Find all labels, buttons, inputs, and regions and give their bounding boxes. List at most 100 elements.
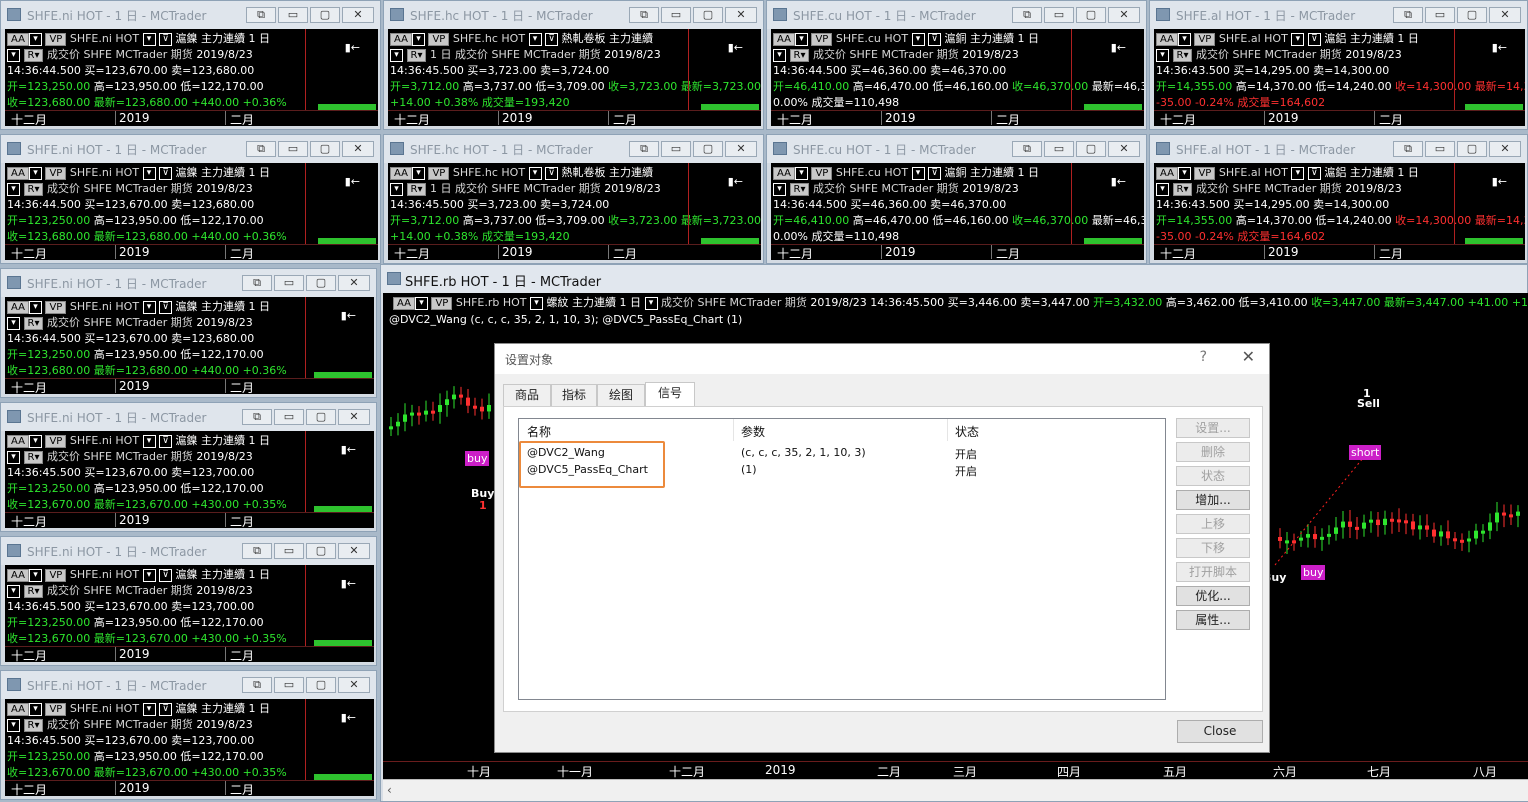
side-button-5[interactable]: 下移 <box>1176 538 1250 558</box>
close-button[interactable]: ✕ <box>338 677 370 693</box>
vp-button[interactable]: VP <box>45 434 67 448</box>
dropdown-icon[interactable]: ▾ <box>7 718 20 732</box>
column-header[interactable]: 名称 <box>527 423 551 440</box>
window-titlebar[interactable]: SHFE.ni HOT - 1 日 - MCTrader ⧉ ▭ ▢ ✕ <box>1 1 380 29</box>
window-titlebar[interactable]: SHFE.hc HOT - 1 日 - MCTrader ⧉ ▭ ▢ ✕ <box>384 1 763 29</box>
vp-button[interactable]: VP <box>1194 32 1216 46</box>
minimize-button[interactable]: ▭ <box>1425 7 1455 23</box>
dropdown-icon[interactable]: ▾ <box>28 300 42 314</box>
vp-button[interactable]: VP <box>45 166 67 180</box>
symbol-dropdown-icon[interactable]: ▾ <box>142 166 156 180</box>
close-button[interactable]: ✕ <box>342 7 374 23</box>
dropdown-icon[interactable]: ▾ <box>1156 182 1169 196</box>
dialog-titlebar[interactable]: 设置对象? ✕ <box>495 344 1269 374</box>
maximize-button[interactable]: ▢ <box>310 7 340 23</box>
dropdown-icon[interactable]: ▾ <box>411 166 425 180</box>
tab-signals[interactable]: 信号 <box>645 382 695 406</box>
maximize-button[interactable]: ▢ <box>306 543 336 559</box>
filter-icon[interactable]: ⊽ <box>159 32 173 46</box>
column-header[interactable]: 状态 <box>955 423 979 440</box>
filter-icon[interactable]: ⊽ <box>1307 166 1321 180</box>
maximize-button[interactable]: ▢ <box>1457 141 1487 157</box>
window-titlebar[interactable]: SHFE.ni HOT - 1 日 - MCTrader ⧉ ▭ ▢ ✕ <box>1 269 376 297</box>
filter-icon[interactable]: ⊽ <box>159 702 173 716</box>
vp-button[interactable]: VP <box>811 32 833 46</box>
restore-button[interactable]: ⧉ <box>1012 141 1042 157</box>
aa-button[interactable]: AA <box>390 166 412 180</box>
window-titlebar[interactable]: SHFE.hc HOT - 1 日 - MCTrader ⧉ ▭ ▢ ✕ <box>384 135 763 163</box>
minimize-button[interactable]: ▭ <box>1425 141 1455 157</box>
marker-icon[interactable]: ▮← <box>341 711 356 724</box>
dropdown-icon[interactable]: ▾ <box>1156 48 1169 62</box>
chart-window[interactable]: SHFE.ni HOT - 1 日 - MCTrader ⧉ ▭ ▢ ✕ AA ▾ VP S… <box>0 670 377 800</box>
filter-icon[interactable]: ⊽ <box>159 300 173 314</box>
aa-button[interactable]: AA <box>7 32 29 46</box>
maximize-button[interactable]: ▢ <box>306 275 336 291</box>
r-button[interactable]: R▾ <box>23 48 44 62</box>
maximize-button[interactable]: ▢ <box>306 409 336 425</box>
minimize-button[interactable]: ▭ <box>274 409 304 425</box>
maximize-button[interactable]: ▢ <box>306 677 336 693</box>
aa-button[interactable]: AA <box>7 702 29 716</box>
r-button[interactable]: R▾ <box>23 182 44 196</box>
maximize-button[interactable]: ▢ <box>693 7 723 23</box>
minimize-button[interactable]: ▭ <box>661 141 691 157</box>
symbol-dropdown-icon[interactable]: ▾ <box>1291 32 1305 46</box>
marker-icon[interactable]: ▮← <box>1111 41 1126 54</box>
minimize-button[interactable]: ▭ <box>278 7 308 23</box>
tab-drawings[interactable]: 绘图 <box>597 384 645 406</box>
window-titlebar[interactable]: SHFE.cu HOT - 1 日 - MCTrader ⧉ ▭ ▢ ✕ <box>767 135 1146 163</box>
vp-button[interactable]: VP <box>45 32 67 46</box>
marker-icon[interactable]: ▮← <box>341 443 356 456</box>
window-titlebar[interactable]: SHFE.al HOT - 1 日 - MCTrader ⧉ ▭ ▢ ✕ <box>1150 1 1527 29</box>
marker-icon[interactable]: ▮← <box>728 175 743 188</box>
close-button[interactable]: Close <box>1177 720 1263 743</box>
close-button[interactable]: ✕ <box>338 409 370 425</box>
dropdown-icon[interactable]: ▾ <box>7 182 20 196</box>
close-button[interactable]: ✕ <box>1108 141 1140 157</box>
close-button[interactable]: ✕ <box>338 275 370 291</box>
side-button-0[interactable]: 设置... <box>1176 418 1250 438</box>
close-button[interactable]: ✕ <box>338 543 370 559</box>
chart-window[interactable]: SHFE.cu HOT - 1 日 - MCTrader ⧉ ▭ ▢ ✕ AA ▾ VP S… <box>766 134 1147 264</box>
aa-button[interactable]: AA <box>1156 32 1178 46</box>
minimize-button[interactable]: ▭ <box>1044 141 1074 157</box>
side-button-3[interactable]: 增加... <box>1176 490 1250 510</box>
dropdown-icon[interactable]: ▾ <box>7 584 20 598</box>
symbol-dropdown-icon[interactable]: ▾ <box>1291 166 1305 180</box>
side-button-8[interactable]: 属性... <box>1176 610 1250 630</box>
close-button[interactable]: ✕ <box>342 141 374 157</box>
r-button[interactable]: R▾ <box>406 182 427 196</box>
dropdown-icon[interactable]: ▾ <box>411 32 425 46</box>
filter-icon[interactable]: ⊽ <box>1307 32 1321 46</box>
marker-icon[interactable]: ▮← <box>728 41 743 54</box>
chart-window[interactable]: SHFE.ni HOT - 1 日 - MCTrader ⧉ ▭ ▢ ✕ AA ▾ VP S… <box>0 0 381 130</box>
symbol-dropdown-icon[interactable]: ▾ <box>142 568 156 582</box>
symbol-dropdown-icon[interactable]: ▾ <box>911 166 925 180</box>
dropdown-icon[interactable]: ▾ <box>794 32 808 46</box>
restore-button[interactable]: ⧉ <box>629 7 659 23</box>
dropdown-icon[interactable]: ▾ <box>7 316 20 330</box>
marker-icon[interactable]: ▮← <box>345 41 360 54</box>
help-icon[interactable]: ? <box>1200 349 1207 365</box>
minimize-button[interactable]: ▭ <box>1044 7 1074 23</box>
vp-button[interactable]: VP <box>811 166 833 180</box>
restore-button[interactable]: ⧉ <box>1012 7 1042 23</box>
vp-button[interactable]: VP <box>45 568 67 582</box>
tab-studies[interactable]: 指标 <box>551 384 597 406</box>
chart-window[interactable]: SHFE.ni HOT - 1 日 - MCTrader ⧉ ▭ ▢ ✕ AA ▾ VP S… <box>0 536 377 666</box>
chart-window[interactable]: SHFE.hc HOT - 1 日 - MCTrader ⧉ ▭ ▢ ✕ AA ▾ VP S… <box>383 134 764 264</box>
aa-button[interactable]: AA <box>773 32 795 46</box>
close-button[interactable]: ✕ <box>725 141 757 157</box>
restore-button[interactable]: ⧉ <box>242 543 272 559</box>
restore-button[interactable]: ⧉ <box>246 7 276 23</box>
maximize-button[interactable]: ▢ <box>693 141 723 157</box>
minimize-button[interactable]: ▭ <box>278 141 308 157</box>
filter-icon[interactable]: ⊽ <box>545 166 559 180</box>
column-divider[interactable] <box>733 419 734 441</box>
chart-window[interactable]: SHFE.hc HOT - 1 日 - MCTrader ⧉ ▭ ▢ ✕ AA ▾ VP S… <box>383 0 764 130</box>
maximize-button[interactable]: ▢ <box>1076 7 1106 23</box>
minimize-button[interactable]: ▭ <box>661 7 691 23</box>
symbol-dropdown-icon[interactable]: ▾ <box>142 32 156 46</box>
symbol-dropdown-icon[interactable]: ▾ <box>142 300 156 314</box>
